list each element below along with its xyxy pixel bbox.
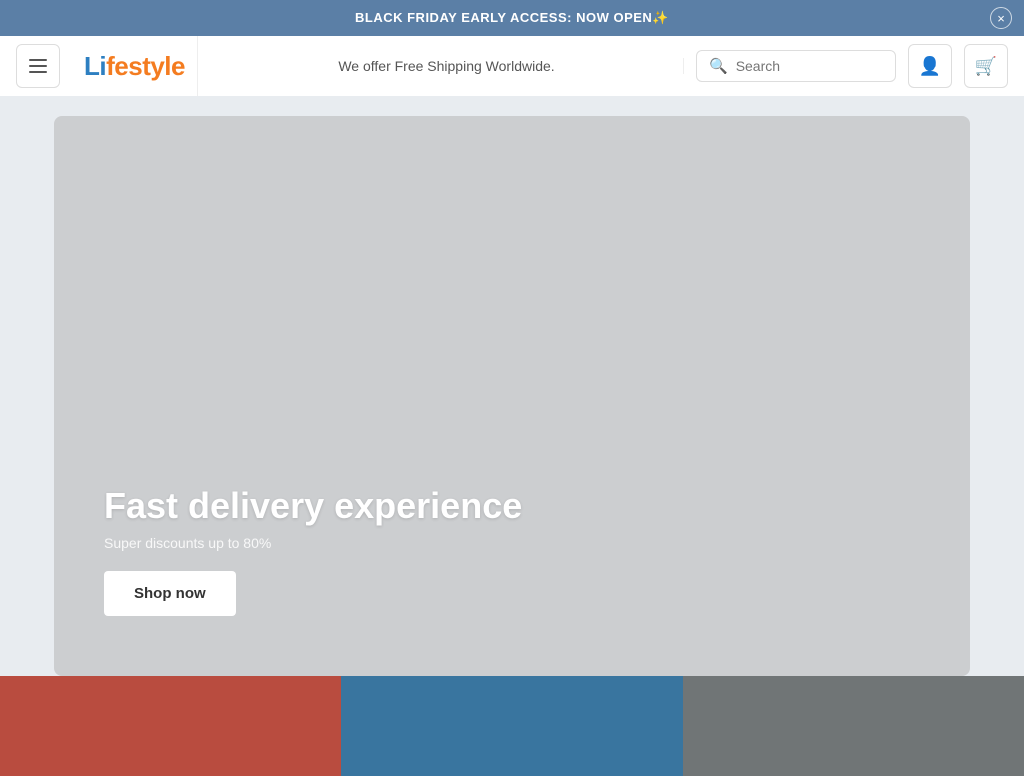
announcement-bar: BLACK FRIDAY EARLY ACCESS: NOW OPEN✨ ×: [0, 0, 1024, 36]
search-input[interactable]: [736, 58, 883, 74]
product-thumb-3[interactable]: [683, 676, 1024, 776]
hamburger-line-2: [29, 65, 47, 67]
header: Lifestyle We offer Free Shipping Worldwi…: [0, 36, 1024, 96]
search-icon: 🔍: [709, 57, 728, 75]
logo-rest-part: festyle: [106, 51, 185, 81]
logo-li-part: Li: [84, 51, 106, 81]
hero-subtitle: Super discounts up to 80%: [104, 535, 522, 551]
hero-title: Fast delivery experience: [104, 485, 522, 527]
account-icon: 👤: [919, 56, 941, 77]
main-content: Fast delivery experience Super discounts…: [0, 96, 1024, 676]
logo-wrapper: Lifestyle: [72, 36, 198, 96]
tagline: We offer Free Shipping Worldwide.: [210, 58, 684, 74]
hero-banner: Fast delivery experience Super discounts…: [54, 116, 970, 676]
announcement-text: BLACK FRIDAY EARLY ACCESS: NOW OPEN✨: [355, 10, 669, 26]
product-strip: [0, 676, 1024, 776]
hamburger-line-1: [29, 59, 47, 61]
hamburger-line-3: [29, 71, 47, 73]
search-area: 🔍: [696, 50, 896, 82]
shop-now-button[interactable]: Shop now: [104, 571, 236, 616]
product-thumb-2[interactable]: [341, 676, 682, 776]
cart-button[interactable]: 🛒: [964, 44, 1008, 88]
hamburger-menu-button[interactable]: [16, 44, 60, 88]
announcement-close-button[interactable]: ×: [990, 7, 1012, 29]
product-thumb-1[interactable]: [0, 676, 341, 776]
cart-icon: 🛒: [975, 56, 997, 77]
account-button[interactable]: 👤: [908, 44, 952, 88]
hero-content: Fast delivery experience Super discounts…: [104, 485, 522, 616]
logo[interactable]: Lifestyle: [84, 51, 185, 82]
